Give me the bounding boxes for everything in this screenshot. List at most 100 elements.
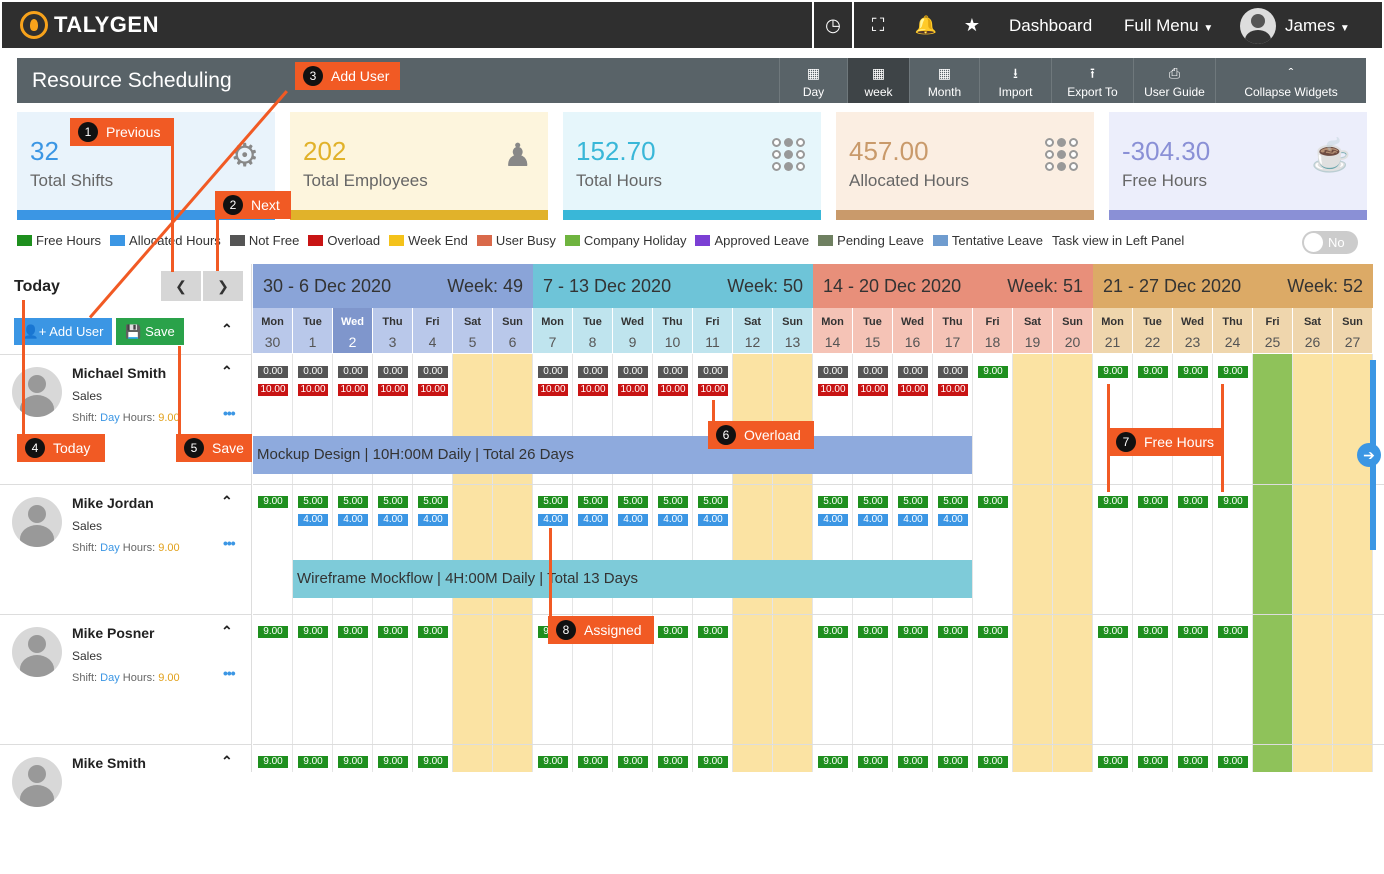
hours-badge[interactable]: 0.00 xyxy=(898,366,928,378)
view-month-button[interactable]: ▦ Month xyxy=(909,58,979,103)
hours-badge[interactable]: 0.00 xyxy=(258,366,288,378)
hours-badge[interactable]: 9.00 xyxy=(538,756,568,768)
hours-badge[interactable]: 9.00 xyxy=(938,626,968,638)
day-column[interactable] xyxy=(1013,354,1053,772)
hours-badge[interactable]: 9.00 xyxy=(338,756,368,768)
task-view-toggle[interactable]: No xyxy=(1302,231,1358,254)
save-button[interactable]: 💾 Save xyxy=(116,318,184,345)
hours-badge[interactable]: 9.00 xyxy=(258,756,288,768)
hours-badge[interactable]: 9.00 xyxy=(978,366,1008,378)
hours-badge[interactable]: 0.00 xyxy=(658,366,688,378)
hours-badge[interactable]: 5.00 xyxy=(898,496,928,508)
user-menu-dropdown[interactable]: James ▼ xyxy=(1285,16,1350,36)
hours-badge[interactable]: 0.00 xyxy=(578,366,608,378)
hours-badge[interactable]: 0.00 xyxy=(338,366,368,378)
hours-badge[interactable]: 9.00 xyxy=(1138,366,1168,378)
hours-badge[interactable]: 9.00 xyxy=(658,626,688,638)
hours-badge[interactable]: 10.00 xyxy=(818,384,848,396)
hours-badge[interactable]: 4.00 xyxy=(578,514,608,526)
hours-badge[interactable]: 0.00 xyxy=(858,366,888,378)
hours-badge[interactable]: 9.00 xyxy=(1178,496,1208,508)
hours-badge[interactable]: 10.00 xyxy=(578,384,608,396)
hours-badge[interactable]: 9.00 xyxy=(578,756,608,768)
day-column[interactable] xyxy=(1093,354,1133,772)
hours-badge[interactable]: 4.00 xyxy=(298,514,328,526)
hours-badge[interactable]: 5.00 xyxy=(418,496,448,508)
hours-badge[interactable]: 10.00 xyxy=(658,384,688,396)
hours-badge[interactable]: 10.00 xyxy=(898,384,928,396)
collapse-row-icon[interactable]: ⌃ xyxy=(221,753,233,770)
hours-badge[interactable]: 10.00 xyxy=(938,384,968,396)
hours-badge[interactable]: 9.00 xyxy=(698,626,728,638)
hours-badge[interactable]: 10.00 xyxy=(378,384,408,396)
hours-badge[interactable]: 4.00 xyxy=(378,514,408,526)
hours-badge[interactable]: 5.00 xyxy=(338,496,368,508)
hours-badge[interactable]: 5.00 xyxy=(298,496,328,508)
hours-badge[interactable]: 9.00 xyxy=(1098,626,1128,638)
fullscreen-icon[interactable]: ⛶ xyxy=(866,2,890,48)
hours-badge[interactable]: 9.00 xyxy=(1178,626,1208,638)
user-name[interactable]: Mike Jordan xyxy=(72,495,154,511)
user-name[interactable]: Michael Smith xyxy=(72,365,166,381)
view-collapse-widgets-button[interactable]: ˆ Collapse Widgets xyxy=(1215,58,1366,103)
day-column[interactable] xyxy=(1133,354,1173,772)
hours-badge[interactable]: 10.00 xyxy=(338,384,368,396)
user-name[interactable]: Mike Smith xyxy=(72,755,146,771)
hours-badge[interactable]: 9.00 xyxy=(1178,756,1208,768)
hours-badge[interactable]: 4.00 xyxy=(338,514,368,526)
hours-badge[interactable]: 5.00 xyxy=(858,496,888,508)
hours-badge[interactable]: 9.00 xyxy=(1138,626,1168,638)
hours-badge[interactable]: 0.00 xyxy=(298,366,328,378)
collapse-row-icon[interactable]: ⌃ xyxy=(221,493,233,510)
view-day-button[interactable]: ▦ Day xyxy=(779,58,847,103)
hours-badge[interactable]: 9.00 xyxy=(698,756,728,768)
collapse-all-icon[interactable]: ⌃ xyxy=(221,321,233,338)
clock-icon[interactable]: ◷ xyxy=(820,2,846,48)
hours-badge[interactable]: 9.00 xyxy=(1218,496,1248,508)
task-bar[interactable]: Mockup Design | 10H:00M Daily | Total 26… xyxy=(253,436,972,474)
hours-badge[interactable]: 4.00 xyxy=(538,514,568,526)
hours-badge[interactable]: 9.00 xyxy=(818,626,848,638)
hours-badge[interactable]: 5.00 xyxy=(658,496,688,508)
hours-badge[interactable]: 9.00 xyxy=(618,756,648,768)
day-column[interactable] xyxy=(1173,354,1213,772)
talygen-logo[interactable]: TALYGEN xyxy=(20,11,159,39)
hours-badge[interactable]: 0.00 xyxy=(698,366,728,378)
hours-badge[interactable]: 4.00 xyxy=(698,514,728,526)
more-options-icon[interactable]: ••• xyxy=(223,535,236,551)
hours-badge[interactable]: 4.00 xyxy=(658,514,688,526)
hours-badge[interactable]: 5.00 xyxy=(818,496,848,508)
hours-badge[interactable]: 9.00 xyxy=(858,626,888,638)
more-options-icon[interactable]: ••• xyxy=(223,665,236,681)
day-column[interactable] xyxy=(1213,354,1253,772)
today-label[interactable]: Today xyxy=(14,278,60,296)
hours-badge[interactable]: 9.00 xyxy=(1098,756,1128,768)
hours-badge[interactable]: 9.00 xyxy=(418,756,448,768)
hours-badge[interactable]: 10.00 xyxy=(418,384,448,396)
hours-badge[interactable]: 9.00 xyxy=(858,756,888,768)
hours-badge[interactable]: 9.00 xyxy=(258,626,288,638)
task-bar[interactable]: Wireframe Mockflow | 4H:00M Daily | Tota… xyxy=(293,560,972,598)
hours-badge[interactable]: 5.00 xyxy=(938,496,968,508)
day-column[interactable] xyxy=(1253,354,1293,772)
hours-badge[interactable]: 9.00 xyxy=(1178,366,1208,378)
hours-badge[interactable]: 0.00 xyxy=(938,366,968,378)
hours-badge[interactable]: 5.00 xyxy=(378,496,408,508)
hours-badge[interactable]: 9.00 xyxy=(1218,366,1248,378)
hours-badge[interactable]: 10.00 xyxy=(858,384,888,396)
hours-badge[interactable]: 5.00 xyxy=(618,496,648,508)
hours-badge[interactable]: 9.00 xyxy=(1098,496,1128,508)
dashboard-link[interactable]: Dashboard xyxy=(1009,16,1092,36)
hours-badge[interactable]: 9.00 xyxy=(898,626,928,638)
hours-badge[interactable]: 4.00 xyxy=(418,514,448,526)
hours-badge[interactable]: 9.00 xyxy=(1138,756,1168,768)
collapse-row-icon[interactable]: ⌃ xyxy=(221,363,233,380)
hours-badge[interactable]: 9.00 xyxy=(898,756,928,768)
hours-badge[interactable]: 9.00 xyxy=(1218,756,1248,768)
previous-button[interactable]: ❮ xyxy=(161,271,201,301)
hours-badge[interactable]: 9.00 xyxy=(378,626,408,638)
hours-badge[interactable]: 4.00 xyxy=(858,514,888,526)
hours-badge[interactable]: 9.00 xyxy=(1218,626,1248,638)
hours-badge[interactable]: 9.00 xyxy=(978,496,1008,508)
hours-badge[interactable]: 9.00 xyxy=(298,756,328,768)
